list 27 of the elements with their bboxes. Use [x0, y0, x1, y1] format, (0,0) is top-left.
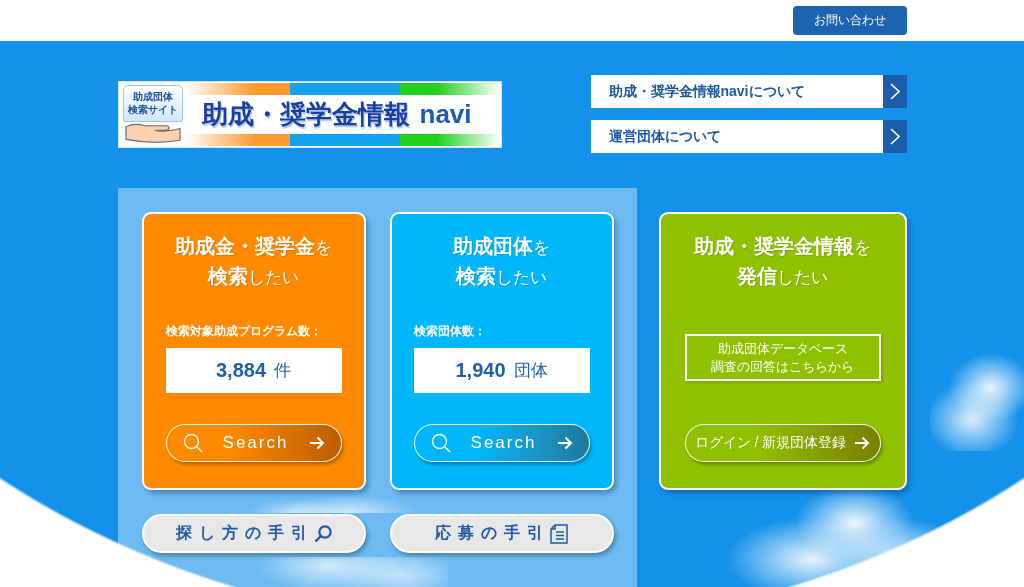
- search-icon: [430, 433, 451, 453]
- count-label: 検索対象助成プログラム数：: [165, 323, 323, 339]
- guide-button[interactable]: 応募の手引: [389, 514, 614, 553]
- card-title: 助成団体を 検索したい: [452, 234, 551, 289]
- count-value: 3,884: [215, 359, 267, 382]
- hand-icon: [124, 123, 181, 143]
- nav-link[interactable]: 運営団体について: [590, 120, 907, 153]
- count-label: 検索団体数：: [413, 323, 487, 339]
- count-value: 1,940: [455, 359, 506, 382]
- card-title: 助成金・奨学金を 検索したい: [174, 234, 333, 289]
- chevron-icon: [882, 75, 907, 108]
- document-icon: [550, 523, 568, 544]
- logo-suffix: navi: [419, 99, 472, 130]
- contact-button[interactable]: お問い合わせ: [792, 6, 907, 35]
- guide-button[interactable]: 探し方の手引: [141, 514, 366, 553]
- card-title: 助成・奨学金情報を 発信したい: [693, 234, 872, 289]
- search-icon: [182, 433, 203, 453]
- logo-title: 助成・奨学金情報: [201, 98, 410, 131]
- arrow-icon: [308, 436, 325, 450]
- arrow-icon: [854, 436, 871, 450]
- nav-link[interactable]: 助成・奨学金情報naviについて: [590, 75, 907, 108]
- search-icon: [313, 524, 332, 543]
- count-unit: 団体: [513, 360, 548, 382]
- count-unit: 件: [274, 360, 292, 382]
- logo-badge: 助成団体 検索サイト: [122, 85, 183, 122]
- arrow-icon: [556, 436, 573, 450]
- chevron-icon: [882, 120, 907, 153]
